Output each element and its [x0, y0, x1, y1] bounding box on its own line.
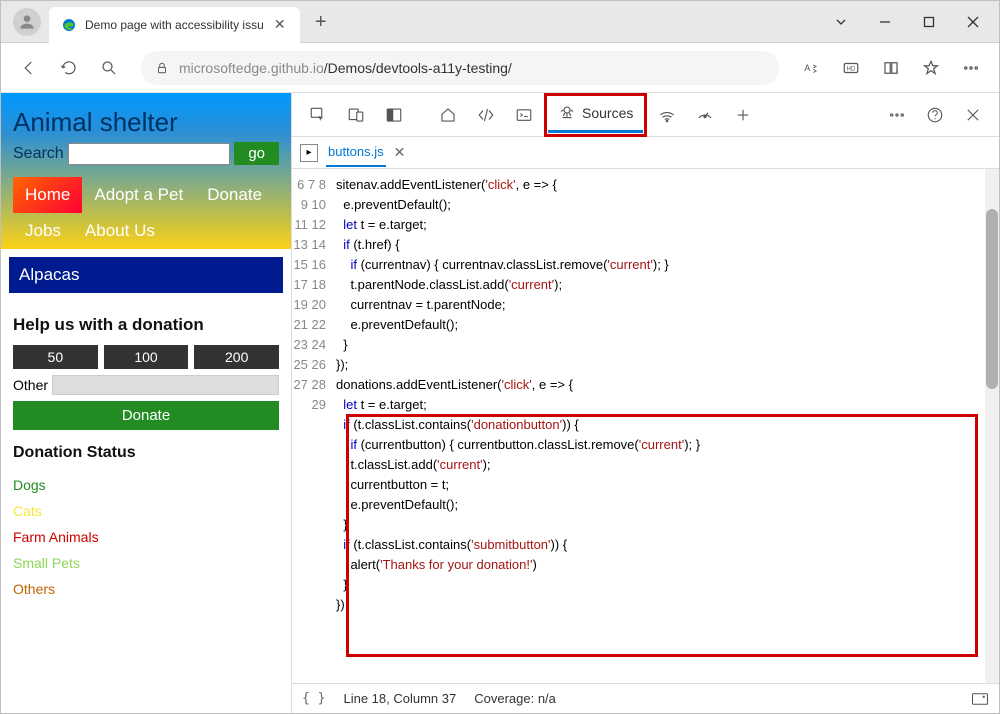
more-icon[interactable]: [953, 50, 989, 86]
sources-highlight: Sources: [544, 93, 647, 137]
edge-icon: [61, 17, 77, 33]
devtools-close-icon[interactable]: [955, 97, 991, 133]
inspect-icon[interactable]: [300, 97, 336, 133]
devtools-tabs: Sources: [292, 93, 999, 137]
search-input[interactable]: [68, 143, 231, 165]
search-icon[interactable]: [91, 50, 127, 86]
titlebar: Demo page with accessibility issu ✕ +: [1, 1, 999, 43]
tab-title: Demo page with accessibility issu: [85, 18, 264, 32]
donate-button[interactable]: Donate: [13, 401, 279, 430]
device-icon[interactable]: [338, 97, 374, 133]
donation-amounts: 50100200: [13, 345, 279, 369]
nav-about-us[interactable]: About Us: [73, 213, 167, 249]
line-gutter: 6 7 8 9 10 11 12 13 14 15 16 17 18 19 20…: [292, 169, 336, 621]
file-close-button[interactable]: ✕: [394, 144, 406, 161]
status-others[interactable]: Others: [13, 576, 279, 602]
other-input[interactable]: [52, 375, 279, 395]
pretty-print-button[interactable]: { }: [302, 691, 325, 706]
tab-close-button[interactable]: ✕: [272, 17, 288, 33]
quick-source-icon[interactable]: [971, 692, 989, 706]
new-tab-button[interactable]: +: [306, 7, 336, 37]
content-area: Animal shelter Search go HomeAdopt a Pet…: [1, 93, 999, 713]
status-dogs[interactable]: Dogs: [13, 472, 279, 498]
help-icon[interactable]: [917, 97, 953, 133]
status-section: Donation Status DogsCatsFarm AnimalsSmal…: [1, 444, 291, 614]
devtools-panel: Sources ▸ buttons.js ✕ 6 7 8: [291, 93, 999, 713]
donation-amount-200[interactable]: 200: [194, 345, 279, 369]
hd-icon[interactable]: HD: [833, 50, 869, 86]
search-row: Search go: [13, 142, 279, 165]
welcome-tab-icon[interactable]: [430, 97, 466, 133]
file-nav-toggle[interactable]: ▸: [300, 144, 318, 162]
status-heading: Donation Status: [13, 444, 279, 462]
page-viewport: Animal shelter Search go HomeAdopt a Pet…: [1, 93, 291, 713]
open-file-tab[interactable]: buttons.js: [326, 138, 386, 167]
minimize-button[interactable]: [863, 6, 907, 38]
browser-window: Demo page with accessibility issu ✕ + mi…: [0, 0, 1000, 714]
elements-tab-icon[interactable]: [468, 97, 504, 133]
address-bar[interactable]: microsoftedge.github.io/Demos/devtools-a…: [141, 51, 779, 85]
search-label: Search: [13, 145, 64, 163]
browser-toolbar: microsoftedge.github.io/Demos/devtools-a…: [1, 43, 999, 93]
page-hero: Animal shelter Search go HomeAdopt a Pet…: [1, 93, 291, 249]
nav-adopt-a-pet[interactable]: Adopt a Pet: [82, 177, 195, 213]
nav-home[interactable]: Home: [13, 177, 82, 213]
network-tab-icon[interactable]: [649, 97, 685, 133]
source-code[interactable]: sitenav.addEventListener('click', e => {…: [336, 169, 999, 621]
nav-jobs[interactable]: Jobs: [13, 213, 73, 249]
svg-text:HD: HD: [847, 66, 856, 72]
url-text: microsoftedge.github.io/Demos/devtools-a…: [179, 60, 512, 76]
sources-tab[interactable]: Sources: [548, 97, 643, 133]
donation-section: Help us with a donation 50100200 Other D…: [1, 301, 291, 444]
read-aloud-icon[interactable]: A: [793, 50, 829, 86]
page-title: Animal shelter: [13, 107, 279, 138]
dock-icon[interactable]: [376, 97, 412, 133]
scrollbar-track[interactable]: [985, 169, 999, 683]
favorite-icon[interactable]: [913, 50, 949, 86]
status-farm-animals[interactable]: Farm Animals: [13, 524, 279, 550]
go-button[interactable]: go: [234, 142, 279, 165]
profile-avatar[interactable]: [13, 8, 41, 36]
status-cats[interactable]: Cats: [13, 498, 279, 524]
chevron-down-icon[interactable]: [819, 6, 863, 38]
add-tab-icon[interactable]: [725, 97, 761, 133]
page-nav: HomeAdopt a PetDonate JobsAbout Us: [13, 177, 279, 249]
scrollbar-thumb[interactable]: [986, 209, 998, 389]
status-small-pets[interactable]: Small Pets: [13, 550, 279, 576]
refresh-button[interactable]: [51, 50, 87, 86]
alpacas-heading: Alpacas: [9, 257, 283, 293]
donation-other-row: Other: [13, 375, 279, 395]
donation-amount-50[interactable]: 50: [13, 345, 98, 369]
other-label: Other: [13, 377, 48, 393]
sources-tab-label: Sources: [582, 105, 633, 121]
lock-icon: [155, 61, 169, 75]
close-window-button[interactable]: [951, 6, 995, 38]
svg-text:A: A: [804, 63, 810, 73]
console-tab-icon[interactable]: [506, 97, 542, 133]
devtools-statusbar: { } Line 18, Column 37 Coverage: n/a: [292, 683, 999, 713]
code-editor[interactable]: 6 7 8 9 10 11 12 13 14 15 16 17 18 19 20…: [292, 169, 999, 683]
coverage-status: Coverage: n/a: [474, 691, 556, 706]
performance-tab-icon[interactable]: [687, 97, 723, 133]
nav-donate[interactable]: Donate: [195, 177, 274, 213]
donation-heading: Help us with a donation: [13, 315, 279, 335]
back-button[interactable]: [11, 50, 47, 86]
devtools-more-icon[interactable]: [879, 97, 915, 133]
cursor-position: Line 18, Column 37: [343, 691, 456, 706]
donation-amount-100[interactable]: 100: [104, 345, 189, 369]
browser-tab[interactable]: Demo page with accessibility issu ✕: [49, 7, 300, 43]
maximize-button[interactable]: [907, 6, 951, 38]
reading-mode-icon[interactable]: [873, 50, 909, 86]
status-list: DogsCatsFarm AnimalsSmall PetsOthers: [13, 472, 279, 602]
file-tab-bar: ▸ buttons.js ✕: [292, 137, 999, 169]
